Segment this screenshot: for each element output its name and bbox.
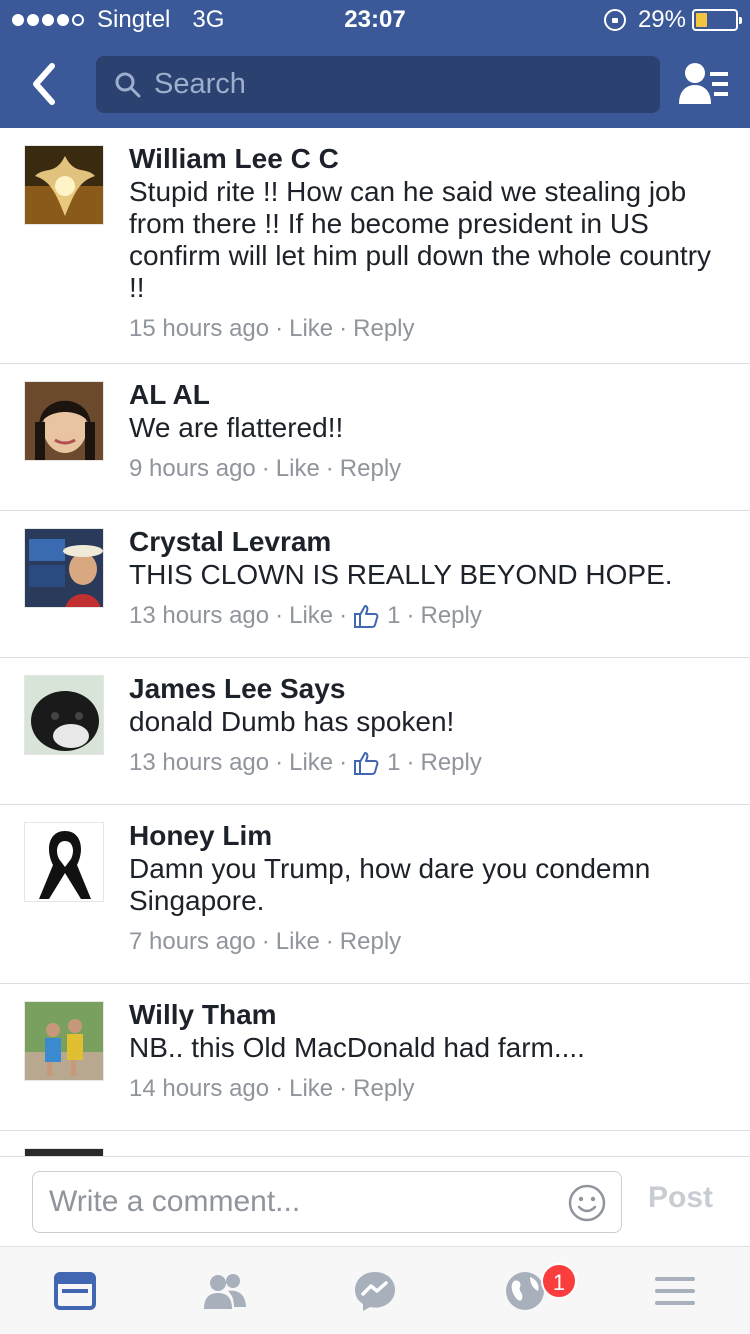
avatar[interactable] bbox=[24, 822, 104, 902]
comment-item: William Lee C C Stupid rite !! How can h… bbox=[0, 128, 750, 364]
comment-input[interactable] bbox=[49, 1172, 549, 1232]
like-count-value: 1 bbox=[387, 602, 401, 629]
avatar[interactable] bbox=[24, 1001, 104, 1081]
comment-meta: 9 hours ago · Like · Reply bbox=[129, 454, 402, 484]
reply-link[interactable]: Reply bbox=[353, 314, 414, 344]
reply-link[interactable]: Reply bbox=[340, 454, 401, 484]
comment-text: Stupid rite !! How can he said we steali… bbox=[129, 176, 712, 303]
comment-time: 9 hours ago bbox=[129, 455, 256, 482]
like-link[interactable]: Like bbox=[289, 601, 333, 631]
comment-author[interactable]: James Lee Says bbox=[129, 674, 726, 704]
reply-link[interactable]: Reply bbox=[340, 927, 401, 957]
comment-meta: 13 hours ago · Like · 1 · Reply bbox=[129, 601, 482, 631]
comment-author[interactable]: Willy Tham bbox=[129, 1000, 726, 1030]
comment-body: Willy Tham NB.. this Old MacDonald had f… bbox=[129, 1000, 726, 1104]
news-feed-icon[interactable] bbox=[52, 1269, 98, 1313]
comment-item: AL AL We are flattered!! 9 hours ago · Li… bbox=[0, 364, 750, 511]
comment-item: James Lee Says donald Dumb has spoken! 1… bbox=[0, 658, 750, 805]
comment-item: Crystal Levram THIS CLOWN IS REALLY BEYO… bbox=[0, 511, 750, 658]
friends-list-button[interactable] bbox=[678, 60, 730, 108]
battery-percent: 29% bbox=[637, 6, 686, 33]
comment-time: 13 hours ago bbox=[129, 749, 270, 776]
comment-time: 14 hours ago bbox=[129, 1075, 270, 1102]
avatar[interactable] bbox=[24, 675, 104, 755]
avatar[interactable] bbox=[24, 381, 104, 461]
comment-time: 7 hours ago bbox=[129, 928, 256, 955]
comment-text: NB.. this Old MacDonald had farm.... bbox=[129, 1032, 585, 1063]
comment-item: Honey Lim Damn you Trump, how dare you c… bbox=[0, 805, 750, 984]
comment-meta: 14 hours ago · Like · Reply bbox=[129, 1074, 415, 1104]
comment-body: Crystal Levram THIS CLOWN IS REALLY BEYO… bbox=[129, 527, 726, 631]
comment-list: William Lee C C Stupid rite !! How can h… bbox=[0, 128, 750, 1156]
friend-requests-icon[interactable] bbox=[202, 1269, 248, 1313]
like-count[interactable]: 1 bbox=[353, 748, 401, 778]
messenger-icon[interactable] bbox=[352, 1269, 398, 1313]
chevron-left-icon bbox=[33, 63, 55, 105]
post-button[interactable]: Post bbox=[648, 1181, 713, 1215]
comment-author[interactable]: Honey Lim bbox=[129, 821, 726, 851]
avatar[interactable] bbox=[24, 528, 104, 608]
tab-bar: 1 bbox=[0, 1246, 750, 1334]
comment-meta: 13 hours ago · Like · 1 · Reply bbox=[129, 748, 482, 778]
comment-author[interactable]: William Lee C C bbox=[129, 144, 726, 174]
comment-text: donald Dumb has spoken! bbox=[129, 706, 455, 737]
comment-text: Damn you Trump, how dare you condemn Sin… bbox=[129, 853, 651, 916]
reply-link[interactable]: Reply bbox=[421, 748, 482, 778]
comment-body: Honey Lim Damn you Trump, how dare you c… bbox=[129, 821, 726, 957]
nav-bar bbox=[0, 40, 750, 128]
comment-author[interactable]: Crystal Levram bbox=[129, 527, 726, 557]
comment-time: 13 hours ago bbox=[129, 602, 270, 629]
battery-icon bbox=[692, 9, 742, 31]
back-button[interactable] bbox=[26, 62, 66, 106]
avatar[interactable] bbox=[24, 1148, 104, 1156]
comment-body: James Lee Says donald Dumb has spoken! 1… bbox=[129, 674, 726, 778]
menu-icon[interactable] bbox=[652, 1269, 698, 1313]
battery-level bbox=[696, 13, 708, 27]
comment-input-wrap[interactable] bbox=[32, 1171, 622, 1233]
search-box[interactable] bbox=[96, 56, 660, 113]
comment-composer: Post bbox=[0, 1156, 750, 1246]
like-link[interactable]: Like bbox=[289, 748, 333, 778]
comment-author[interactable]: AL AL bbox=[129, 380, 726, 410]
like-link[interactable]: Like bbox=[289, 314, 333, 344]
thumbs-up-icon bbox=[354, 752, 379, 775]
like-link[interactable]: Like bbox=[276, 927, 320, 957]
like-count-value: 1 bbox=[387, 749, 401, 776]
comment-body: AL AL We are flattered!! 9 hours ago · Li… bbox=[129, 380, 726, 484]
like-link[interactable]: Like bbox=[289, 1074, 333, 1104]
comment-time: 15 hours ago bbox=[129, 315, 270, 342]
search-input[interactable] bbox=[154, 68, 634, 101]
comment-meta: 7 hours ago · Like · Reply bbox=[129, 927, 402, 957]
comment-text: We are flattered!! bbox=[129, 412, 344, 443]
comment-meta: 15 hours ago · Like · Reply bbox=[129, 314, 415, 344]
status-bar: Singtel 3G 23:07 29% bbox=[0, 0, 750, 40]
smiley-icon[interactable] bbox=[567, 1183, 607, 1223]
reply-link[interactable]: Reply bbox=[421, 601, 482, 631]
friends-list-icon bbox=[679, 63, 728, 104]
status-right: 29% bbox=[603, 6, 742, 34]
search-icon bbox=[115, 72, 141, 97]
comment-body: William Lee C C Stupid rite !! How can h… bbox=[129, 144, 726, 344]
thumbs-up-icon bbox=[354, 605, 379, 628]
avatar[interactable] bbox=[24, 145, 104, 225]
comment-item-partial bbox=[0, 1131, 750, 1156]
like-link[interactable]: Like bbox=[276, 454, 320, 484]
like-count[interactable]: 1 bbox=[353, 601, 401, 631]
comment-text: THIS CLOWN IS REALLY BEYOND HOPE. bbox=[129, 559, 673, 590]
notification-badge: 1 bbox=[541, 1263, 577, 1299]
rotation-lock-icon bbox=[603, 9, 626, 31]
reply-link[interactable]: Reply bbox=[353, 1074, 414, 1104]
comment-item: Willy Tham NB.. this Old MacDonald had f… bbox=[0, 984, 750, 1131]
